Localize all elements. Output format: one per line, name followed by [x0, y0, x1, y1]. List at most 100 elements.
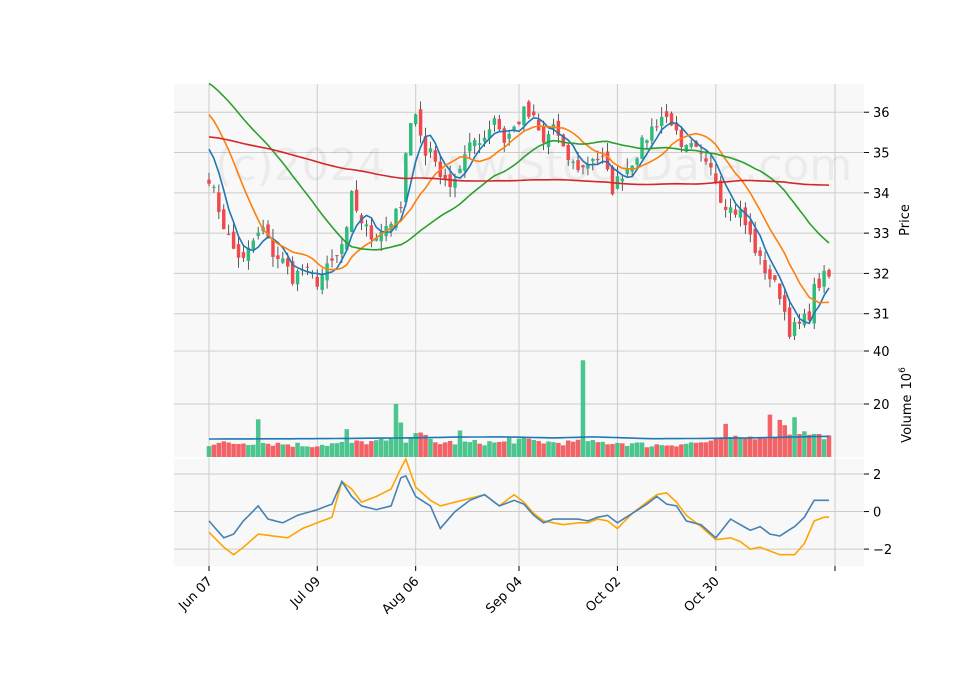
volume-bar [511, 443, 517, 457]
candle-body [797, 321, 802, 324]
volume-bar [752, 439, 758, 457]
x-axis-tick-label: Aug 06 [379, 574, 422, 617]
candle-body [704, 158, 708, 162]
volume-bar [679, 444, 684, 457]
volume-bar [206, 446, 212, 457]
candle-body [349, 191, 354, 233]
candle-body [600, 155, 605, 157]
candle-body [812, 283, 816, 324]
volume-bar [575, 439, 581, 457]
volume-bar [713, 438, 719, 457]
candle-body [428, 148, 433, 153]
candle-body [822, 270, 826, 287]
candle-body [409, 123, 413, 156]
volume-bar [354, 440, 359, 457]
volume-bar [275, 442, 281, 457]
volume-bar [413, 433, 418, 457]
candle-body [340, 244, 344, 255]
volume-bar [669, 445, 674, 457]
volume-bar [280, 444, 286, 457]
volume-bar [777, 419, 783, 457]
volume-bar [634, 442, 640, 457]
candle-body [773, 275, 777, 280]
candle-body [482, 137, 487, 142]
volume-bar [698, 442, 704, 457]
candle-body [207, 179, 211, 184]
volume-bar [334, 443, 340, 457]
candle-body [399, 207, 403, 209]
price-axis-title: Price [898, 204, 913, 236]
volume-bar [497, 441, 502, 457]
candle-body [650, 126, 654, 141]
price-axis-tick-label: 36 [873, 106, 890, 121]
volume-bar [487, 441, 492, 457]
candle-body [748, 221, 752, 235]
volume-bar [644, 447, 650, 457]
stock-chart: (c)2024 www.StockData.com 31 32 33 34 35 36 20… [0, 0, 960, 690]
x-axis-tick-label: Jul 09 [287, 574, 324, 611]
volume-bar [748, 436, 753, 457]
volume-bar [438, 444, 443, 457]
volume-bar [551, 442, 556, 457]
volume-bar [620, 443, 625, 457]
volume-bar [270, 445, 276, 457]
candle-body [541, 126, 546, 143]
volume-bar [408, 438, 414, 457]
volume-bar [536, 441, 541, 457]
volume-bar [782, 425, 787, 457]
candle-body [458, 168, 462, 173]
volume-bar [300, 446, 305, 457]
chart-canvas: (c)2024 www.StockData.com 31323334353620… [174, 82, 915, 617]
volume-bar [516, 438, 522, 457]
volume-bar [688, 442, 694, 457]
volume-bar [718, 437, 724, 457]
candle-body [325, 263, 329, 281]
candle-body [596, 158, 600, 161]
volume-bar [728, 437, 733, 457]
volume-bar [251, 444, 256, 457]
volume-bar [359, 441, 364, 457]
candle-body [714, 173, 718, 183]
candle-body [635, 158, 639, 165]
osc-axis-tick-label: −2 [873, 543, 892, 558]
volume-bar [378, 438, 384, 457]
volume-bar [457, 430, 463, 457]
osc-axis-tick-label: 2 [873, 468, 881, 483]
candle-body [236, 244, 241, 258]
candle-body [354, 189, 359, 211]
volume-bar [590, 440, 596, 457]
volume-bar [447, 440, 453, 457]
candle-body [753, 228, 757, 253]
volume-bar [610, 444, 615, 457]
candle-body [817, 278, 821, 288]
volume-bar [418, 432, 423, 457]
volume-bar [570, 441, 576, 457]
volume-bar [733, 435, 738, 457]
volume-bar [472, 439, 477, 457]
volume-bar [767, 414, 773, 457]
volume-bar [295, 442, 300, 457]
candle-body [733, 209, 738, 215]
candle-body [256, 232, 260, 236]
volume-bar [324, 445, 330, 457]
candle-body [699, 152, 703, 154]
volume-bar [339, 441, 345, 457]
volume-bar [580, 360, 586, 457]
candle-body [315, 276, 319, 287]
candle-body [522, 106, 526, 126]
price-axis-tick-label: 33 [873, 227, 890, 242]
volume-bar [221, 441, 227, 457]
volume-bar [595, 442, 600, 457]
volume-axis-title: Volume106 [898, 367, 915, 443]
candle-body [222, 209, 226, 230]
volume-bar [723, 423, 728, 457]
volume-axis-tick-label: 20 [873, 398, 890, 413]
volume-bar [231, 443, 236, 457]
candle-body [709, 162, 713, 168]
volume-bar [807, 434, 812, 457]
volume-bar [364, 444, 369, 457]
volume-bar [216, 442, 222, 457]
volume-bar [246, 445, 251, 457]
candle-body [787, 307, 792, 337]
candle-body [689, 143, 693, 147]
